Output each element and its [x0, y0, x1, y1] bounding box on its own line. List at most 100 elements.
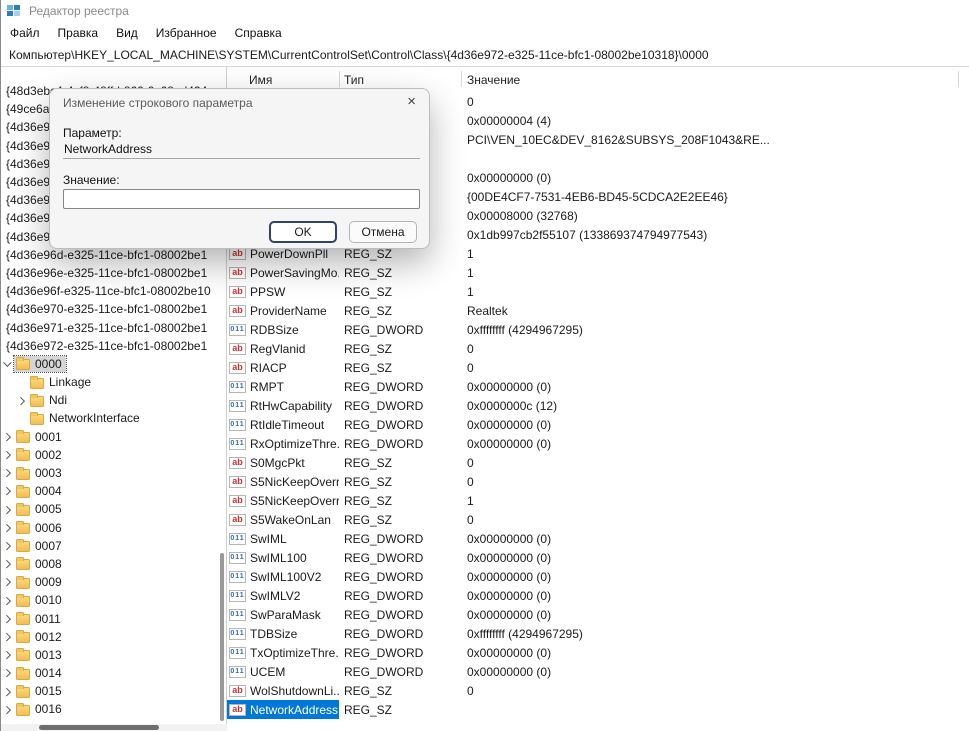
menu-item-edit[interactable]: Правка [49, 22, 108, 44]
registry-value-row[interactable]: abRIACPREG_SZ0 [227, 358, 969, 377]
registry-value-row[interactable]: 011SwIMLV2REG_DWORD0x00000000 (0) [227, 586, 969, 605]
registry-value-row[interactable]: abProviderNameREG_SZRealtek [227, 301, 969, 320]
menu-item-file[interactable]: Файл [1, 22, 49, 44]
tree-item[interactable]: 0003 [1, 464, 227, 482]
tree-item[interactable]: 0013 [1, 646, 227, 664]
tree-item[interactable]: 0002 [1, 446, 227, 464]
tree-item[interactable]: {4d36e972-e325-11ce-bfc1-08002be1 [1, 337, 227, 355]
tree-item-label: 0004 [35, 484, 62, 498]
registry-value-row[interactable]: 011SwIMLREG_DWORD0x00000000 (0) [227, 529, 969, 548]
chevron-right-icon[interactable] [2, 503, 14, 515]
value-type: REG_DWORD [339, 586, 461, 605]
registry-value-row[interactable]: 011RtHwCapabilityREG_DWORD0x0000000c (12… [227, 396, 969, 415]
registry-value-row[interactable]: abPowerSavingMo...REG_SZ1 [227, 263, 969, 282]
chevron-right-icon[interactable] [2, 649, 14, 661]
chevron-right-icon[interactable] [2, 467, 14, 479]
registry-value-row[interactable]: abPPSWREG_SZ1 [227, 282, 969, 301]
value-name-cell: 011RDBSize [227, 320, 339, 339]
chevron-right-icon[interactable] [2, 449, 14, 461]
chevron-right-icon[interactable] [2, 631, 14, 643]
registry-value-row[interactable]: 011TDBSizeREG_DWORD0xffffffff (429496729… [227, 624, 969, 643]
chevron-right-icon[interactable] [2, 576, 14, 588]
tree-item[interactable]: {4d36e970-e325-11ce-bfc1-08002be1 [1, 300, 227, 318]
tree-item[interactable]: {4d36e971-e325-11ce-bfc1-08002be1 [1, 318, 227, 336]
registry-value-row[interactable]: abS5WakeOnLanREG_SZ0 [227, 510, 969, 529]
tree-item[interactable]: 0001 [1, 428, 227, 446]
column-separator[interactable] [958, 71, 959, 87]
registry-value-row[interactable]: abRegVlanidREG_SZ0 [227, 339, 969, 358]
column-separator[interactable] [339, 71, 340, 87]
value-name-cell: abRIACP [227, 358, 339, 377]
registry-value-row[interactable]: 011SwParaMaskREG_DWORD0x00000000 (0) [227, 605, 969, 624]
column-separator[interactable] [461, 71, 462, 87]
tree-item[interactable]: 0005 [1, 500, 227, 518]
tree-item[interactable]: 0011 [1, 609, 227, 627]
chevron-right-icon[interactable] [2, 667, 14, 679]
value-type: REG_DWORD [339, 605, 461, 624]
tree-horizontal-scrollbar[interactable] [1, 724, 227, 731]
string-value-icon: ab [229, 476, 246, 488]
tree-item[interactable]: 0010 [1, 591, 227, 609]
column-header-type[interactable]: Тип [344, 73, 364, 87]
tree-vertical-scrollbar[interactable] [220, 553, 224, 721]
tree-item[interactable]: 0004 [1, 482, 227, 500]
tree-item[interactable]: 0008 [1, 555, 227, 573]
registry-value-row[interactable]: abWolShutdownLi...REG_SZ0 [227, 681, 969, 700]
tree-item[interactable]: 0006 [1, 519, 227, 537]
menu-item-favorites[interactable]: Избранное [147, 22, 226, 44]
registry-value-row[interactable]: abS5NicKeepOverr...REG_SZ1 [227, 491, 969, 510]
scrollbar-thumb[interactable] [39, 725, 159, 730]
column-header-name[interactable]: Имя [249, 73, 272, 87]
tree-item[interactable]: 0014 [1, 664, 227, 682]
registry-value-row[interactable]: 011RtIdleTimeoutREG_DWORD0x00000000 (0) [227, 415, 969, 434]
cancel-button[interactable]: Отмена [349, 221, 417, 243]
chevron-right-icon[interactable] [2, 485, 14, 497]
tree-item[interactable]: 0015 [1, 682, 227, 700]
menu-item-help[interactable]: Справка [226, 22, 291, 44]
dialog-title: Изменение строкового параметра [63, 96, 253, 110]
registry-value-row[interactable]: 011RMPTREG_DWORD0x00000000 (0) [227, 377, 969, 396]
tree-item[interactable]: 0007 [1, 537, 227, 555]
chevron-right-icon[interactable] [2, 540, 14, 552]
ok-button[interactable]: OK [269, 221, 337, 243]
tree-item[interactable]: 0009 [1, 573, 227, 591]
value-name: RegVlanid [250, 342, 305, 356]
chevron-right-icon[interactable] [16, 394, 28, 406]
value-type: REG_SZ [339, 301, 461, 320]
chevron-right-icon[interactable] [2, 703, 14, 715]
column-header-value[interactable]: Значение [467, 73, 520, 87]
registry-value-row[interactable]: abNetworkAddressREG_SZ [227, 700, 969, 719]
registry-value-row[interactable]: 011RDBSizeREG_DWORD0xffffffff (429496729… [227, 320, 969, 339]
value-input[interactable] [63, 189, 420, 209]
value-name: TxOptimizeThre... [250, 646, 339, 660]
folder-icon [16, 614, 30, 625]
tree-item[interactable]: Ndi [1, 391, 227, 409]
registry-value-row[interactable]: 011UCEMREG_DWORD0x00000000 (0) [227, 662, 969, 681]
registry-value-row[interactable]: 011SwIML100REG_DWORD0x00000000 (0) [227, 548, 969, 567]
menu-item-view[interactable]: Вид [107, 22, 147, 44]
tree-item[interactable]: 0012 [1, 628, 227, 646]
address-bar[interactable]: Компьютер\HKEY_LOCAL_MACHINE\SYSTEM\Curr… [1, 44, 969, 67]
tree-item[interactable]: Linkage [1, 373, 227, 391]
chevron-right-icon[interactable] [2, 685, 14, 697]
registry-value-row[interactable]: 011RxOptimizeThre...REG_DWORD0x00000000 … [227, 434, 969, 453]
chevron-right-icon[interactable] [2, 522, 14, 534]
tree-item[interactable]: NetworkInterface [1, 409, 227, 427]
tree-item[interactable]: {4d36e96e-e325-11ce-bfc1-08002be1 [1, 264, 227, 282]
chevron-right-icon[interactable] [2, 431, 14, 443]
value-name-cell: abS5NicKeepOverr... [227, 491, 339, 510]
chevron-right-icon[interactable] [2, 594, 14, 606]
registry-value-row[interactable]: 011SwIML100V2REG_DWORD0x00000000 (0) [227, 567, 969, 586]
chevron-down-icon[interactable] [2, 358, 14, 370]
chevron-right-icon[interactable] [2, 613, 14, 625]
registry-value-row[interactable]: abS0MgcPktREG_SZ0 [227, 453, 969, 472]
value-name-cell: 011RxOptimizeThre... [227, 434, 339, 453]
tree-item[interactable]: 0000 [1, 355, 227, 373]
chevron-right-icon[interactable] [2, 558, 14, 570]
registry-value-row[interactable]: 011TxOptimizeThre...REG_DWORD0x00000000 … [227, 643, 969, 662]
tree-item[interactable]: {4d36e96f-e325-11ce-bfc1-08002be10 [1, 282, 227, 300]
registry-value-row[interactable]: abS5NicKeepOverr...REG_SZ0 [227, 472, 969, 491]
tree-item[interactable]: 0016 [1, 700, 227, 718]
close-icon[interactable]: × [407, 93, 416, 110]
dword-value-icon: 011 [229, 324, 246, 336]
